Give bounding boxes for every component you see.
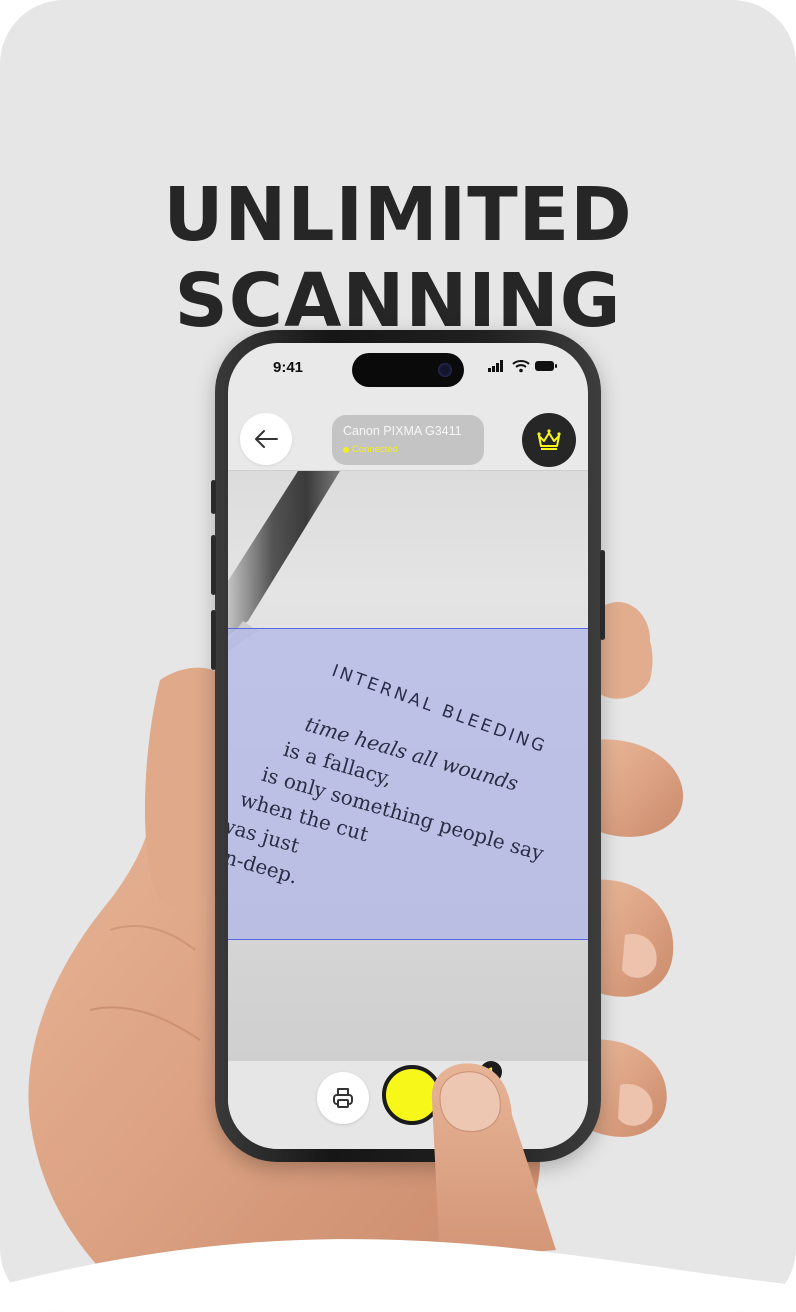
status-dot-icon [343, 446, 349, 453]
front-camera-icon [438, 363, 452, 377]
printer-status-label: Connected [352, 444, 398, 455]
scanner-bottom-bar: 1 [228, 1061, 588, 1149]
volume-up-button [211, 535, 216, 595]
power-button [600, 550, 605, 640]
status-bar: 9:41 [228, 343, 588, 397]
mute-switch [211, 480, 216, 514]
volume-down-button [211, 610, 216, 670]
printer-icon [333, 1088, 353, 1108]
promo-card: UNLIMITED SCANNING 9:41 Canon PIXMA G341… [0, 0, 796, 1312]
gallery-count-badge[interactable]: 1 [480, 1061, 502, 1083]
phone-mockup: 9:41 Canon PIXMA G3411 Connected INTERNA… [211, 330, 605, 1162]
premium-button[interactable] [522, 413, 576, 467]
status-time: 9:41 [273, 359, 304, 376]
printer-status: Connected [343, 444, 398, 455]
printer-name: Canon PIXMA G3411 [343, 424, 462, 438]
printer-selector[interactable]: Canon PIXMA G3411 Connected [332, 415, 484, 465]
wifi-icon [512, 360, 530, 373]
arrow-left-icon [255, 430, 278, 448]
status-icons [488, 360, 557, 373]
back-button[interactable] [240, 413, 292, 465]
signal-icon [488, 360, 503, 372]
print-button[interactable] [317, 1072, 369, 1124]
phone-screen: 9:41 Canon PIXMA G3411 Connected INTERNA… [228, 343, 588, 1149]
battery-icon [535, 361, 557, 371]
camera-viewfinder[interactable]: INTERNAL BLEEDING time heals all wounds … [228, 470, 588, 1061]
pen-object [228, 471, 340, 651]
scanner-top-bar: Canon PIXMA G3411 Connected [228, 397, 588, 469]
crown-icon [537, 429, 561, 450]
dynamic-island [352, 353, 464, 387]
capture-button[interactable] [382, 1065, 442, 1125]
